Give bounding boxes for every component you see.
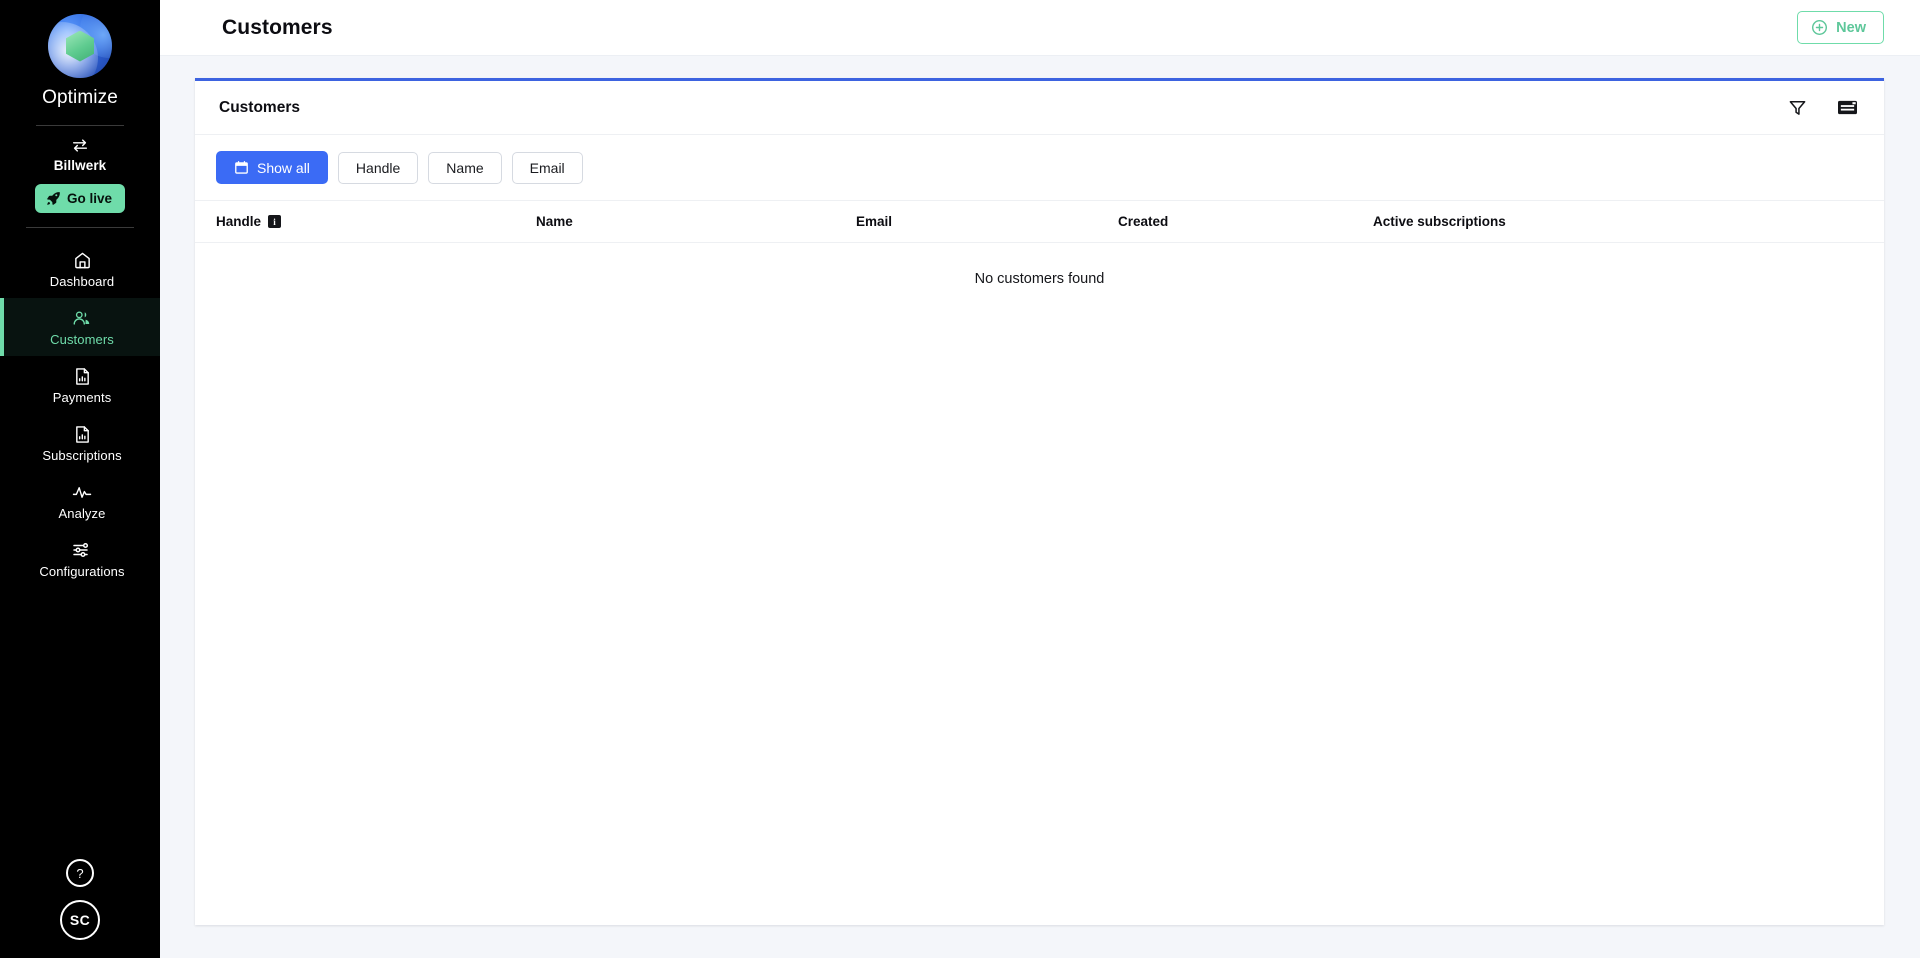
new-button-label: New: [1836, 19, 1866, 36]
sidebar-item-configurations[interactable]: Configurations: [0, 530, 160, 588]
topbar: Customers New: [160, 0, 1920, 56]
sidebar-item-label: Analyze: [58, 506, 106, 521]
page-title: Customers: [222, 15, 333, 39]
customers-card: Customers Show all Handle Name Email Han…: [195, 78, 1884, 925]
filter-chip-handle[interactable]: Handle: [337, 151, 419, 184]
column-header-created[interactable]: Created: [1118, 214, 1373, 229]
sidebar: Optimize Billwerk Go live Dashboard Cust…: [0, 0, 160, 958]
sidebar-item-payments[interactable]: Payments: [0, 356, 160, 414]
filter-chip-show-all[interactable]: Show all: [216, 151, 328, 184]
filter-chip-row: Show all Handle Name Email: [195, 135, 1884, 201]
column-header-email[interactable]: Email: [856, 214, 1118, 229]
column-header-handle[interactable]: Handle i: [216, 214, 536, 229]
filter-button[interactable]: [1788, 98, 1807, 117]
help-icon[interactable]: ?: [66, 859, 94, 887]
org-name-label: Billwerk: [53, 158, 107, 173]
sidebar-item-label: Dashboard: [49, 274, 115, 289]
sidebar-divider-mid: [26, 227, 134, 228]
rocket-icon: [46, 191, 61, 206]
view-layout-button[interactable]: [1837, 98, 1858, 117]
sidebar-item-analyze[interactable]: Analyze: [0, 472, 160, 530]
logo-hexagon-shape: [65, 30, 94, 62]
card-header: Customers: [195, 81, 1884, 135]
home-icon: [73, 250, 92, 270]
plus-circle-icon: [1811, 19, 1828, 36]
calendar-icon: [234, 160, 249, 175]
go-live-button[interactable]: Go live: [34, 184, 125, 213]
info-icon[interactable]: i: [268, 215, 282, 228]
users-icon: [72, 308, 92, 328]
app-logo[interactable]: Optimize: [42, 0, 118, 109]
file-chart-icon: [74, 366, 91, 386]
sidebar-item-label: Subscriptions: [42, 448, 122, 463]
column-header-active-subscriptions[interactable]: Active subscriptions: [1373, 214, 1860, 229]
sidebar-footer: ? SC: [0, 859, 160, 940]
exchange-arrows-icon: [71, 137, 89, 153]
sidebar-item-customers[interactable]: Customers: [0, 298, 160, 356]
sidebar-item-subscriptions[interactable]: Subscriptions: [0, 414, 160, 472]
sidebar-item-label: Configurations: [39, 564, 125, 579]
table-header-row: Handle i Name Email Created Active subsc…: [195, 201, 1884, 243]
optimize-logo-icon: [47, 14, 112, 78]
content-area: Customers Show all Handle Name Email Han…: [160, 56, 1920, 958]
column-header-label: Active subscriptions: [1373, 214, 1506, 229]
app-root: Optimize Billwerk Go live Dashboard Cust…: [0, 0, 1920, 958]
org-switcher[interactable]: Billwerk: [54, 137, 107, 173]
filter-chip-name[interactable]: Name: [428, 151, 502, 184]
column-header-label: Name: [536, 214, 573, 229]
filter-icon: [1788, 98, 1807, 117]
view-layout-icon: [1837, 98, 1858, 117]
filter-chip-label: Handle: [355, 159, 401, 176]
column-header-label: Email: [856, 214, 893, 229]
filter-chip-label: Name: [446, 159, 484, 176]
column-header-name[interactable]: Name: [536, 214, 856, 229]
avatar[interactable]: SC: [60, 900, 100, 940]
sliders-icon: [72, 540, 92, 560]
customers-table: Handle i Name Email Created Active subsc…: [195, 201, 1884, 315]
card-title: Customers: [219, 98, 300, 116]
column-header-label: Handle: [216, 214, 262, 229]
column-header-label: Created: [1118, 214, 1169, 229]
sidebar-nav: Dashboard Customers Payments Subscriptio…: [0, 240, 160, 588]
sidebar-item-label: Payments: [52, 390, 112, 405]
activity-pulse-icon: [72, 482, 93, 502]
sidebar-divider-top: [36, 125, 124, 126]
filter-chip-email[interactable]: Email: [511, 151, 583, 184]
main-area: Customers New Customers Show all Handle …: [160, 0, 1920, 958]
sidebar-item-dashboard[interactable]: Dashboard: [0, 240, 160, 298]
card-header-actions: [1788, 98, 1858, 117]
new-button[interactable]: New: [1797, 11, 1884, 44]
filter-chip-label: Show all: [257, 159, 310, 176]
go-live-label: Go live: [66, 191, 112, 206]
empty-state-message: No customers found: [974, 271, 1105, 287]
file-chart-icon: [74, 424, 91, 444]
sidebar-item-label: Customers: [50, 332, 114, 347]
app-logo-label: Optimize: [42, 87, 118, 108]
filter-chip-label: Email: [529, 159, 565, 176]
